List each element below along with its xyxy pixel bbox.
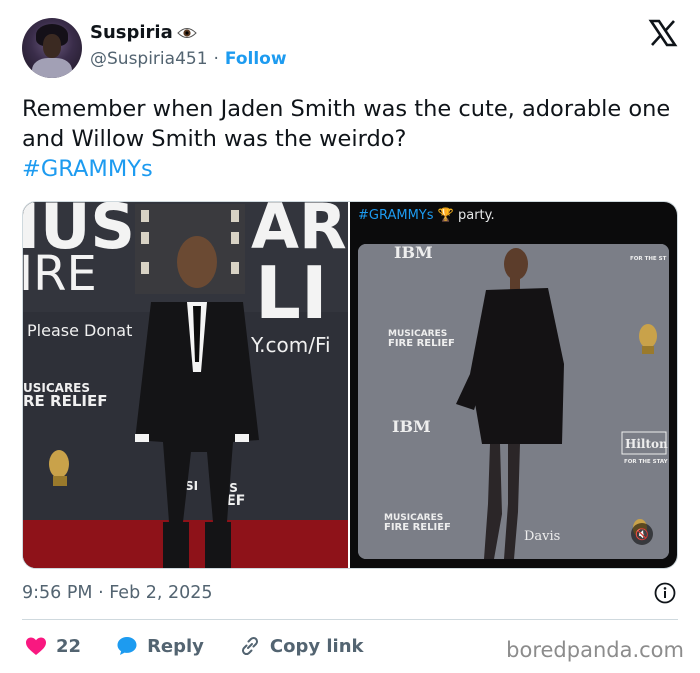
mute-icon[interactable]: 🔇	[631, 523, 653, 545]
backdrop-text-r10: Davis	[524, 529, 560, 544]
tweet-body: Remember when Jaden Smith was the cute, …	[22, 96, 671, 152]
backdrop-text-r9: FOR THE ST	[630, 256, 667, 262]
backdrop-text-6: Y.com/Fi	[250, 333, 331, 357]
photo-caption-text: party.	[457, 208, 495, 223]
divider	[22, 619, 678, 620]
backdrop-text-4: LI	[255, 251, 328, 335]
watermark: boredpanda.com	[506, 638, 684, 662]
reply-button[interactable]: Reply	[115, 634, 204, 658]
separator-dot: ·	[213, 49, 219, 69]
backdrop-text-r7: Hilton	[625, 437, 668, 451]
like-count: 22	[56, 635, 82, 657]
photo-caption-hashtag[interactable]: #GRAMMYs	[358, 208, 434, 223]
photo-right[interactable]: #GRAMMYs 🏆 party. IBM MUSICARES FIRE REL…	[350, 202, 677, 568]
x-logo-icon[interactable]	[648, 18, 678, 48]
author-name-row: Suspiria	[90, 22, 197, 43]
hashtag-link[interactable]: #GRAMMYs	[22, 154, 682, 184]
backdrop-text-3: IRE	[23, 246, 97, 302]
author-name[interactable]: Suspiria	[90, 22, 173, 43]
photo-left-art: IUS ARE IRE LI Please Donat Y.com/Fi USI…	[23, 202, 348, 568]
heart-icon	[26, 637, 46, 655]
avatar[interactable]	[22, 18, 82, 78]
link-icon	[241, 636, 258, 656]
photo-caption: #GRAMMYs 🏆 party.	[358, 208, 495, 223]
copy-link-button[interactable]: Copy link	[238, 634, 364, 658]
video-thumbnail[interactable]: IBM MUSICARES FIRE RELIEF IBM MUSICARES …	[358, 244, 669, 559]
info-icon[interactable]	[654, 582, 676, 604]
backdrop-text-5: Please Donat	[27, 321, 132, 340]
tweet-header: Suspiria @Suspiria451 · Follow	[20, 16, 682, 78]
action-bar: 22 Reply Copy link	[24, 632, 398, 660]
backdrop-text-r6: FIRE RELIEF	[384, 522, 451, 533]
tweet-text: Remember when Jaden Smith was the cute, …	[22, 94, 682, 184]
reply-label: Reply	[147, 635, 204, 657]
eye-icon	[177, 27, 197, 38]
copy-link-label: Copy link	[269, 635, 364, 657]
backdrop-text-8: RE RELIEF	[23, 392, 107, 410]
backdrop-text-r1: IBM	[394, 244, 433, 262]
tweet-timestamp[interactable]: 9:56 PM · Feb 2, 2025	[22, 583, 213, 603]
follow-button[interactable]: Follow	[225, 49, 287, 69]
like-button[interactable]: 22	[24, 634, 81, 658]
author-handle[interactable]: @Suspiria451	[90, 49, 208, 69]
media-grid: IUS ARE IRE LI Please Donat Y.com/Fi USI…	[22, 201, 678, 569]
reply-bubble-icon	[117, 637, 137, 655]
trophy-emoji-icon: 🏆	[437, 208, 454, 223]
backdrop-text-r3: FIRE RELIEF	[388, 338, 455, 349]
video-art: IBM MUSICARES FIRE RELIEF IBM MUSICARES …	[358, 244, 669, 559]
photo-left[interactable]: IUS ARE IRE LI Please Donat Y.com/Fi USI…	[23, 202, 348, 568]
backdrop-text-r8: FOR THE STAY	[624, 459, 669, 465]
author-handle-row: @Suspiria451 · Follow	[90, 49, 287, 69]
backdrop-text-r4: IBM	[392, 417, 431, 436]
